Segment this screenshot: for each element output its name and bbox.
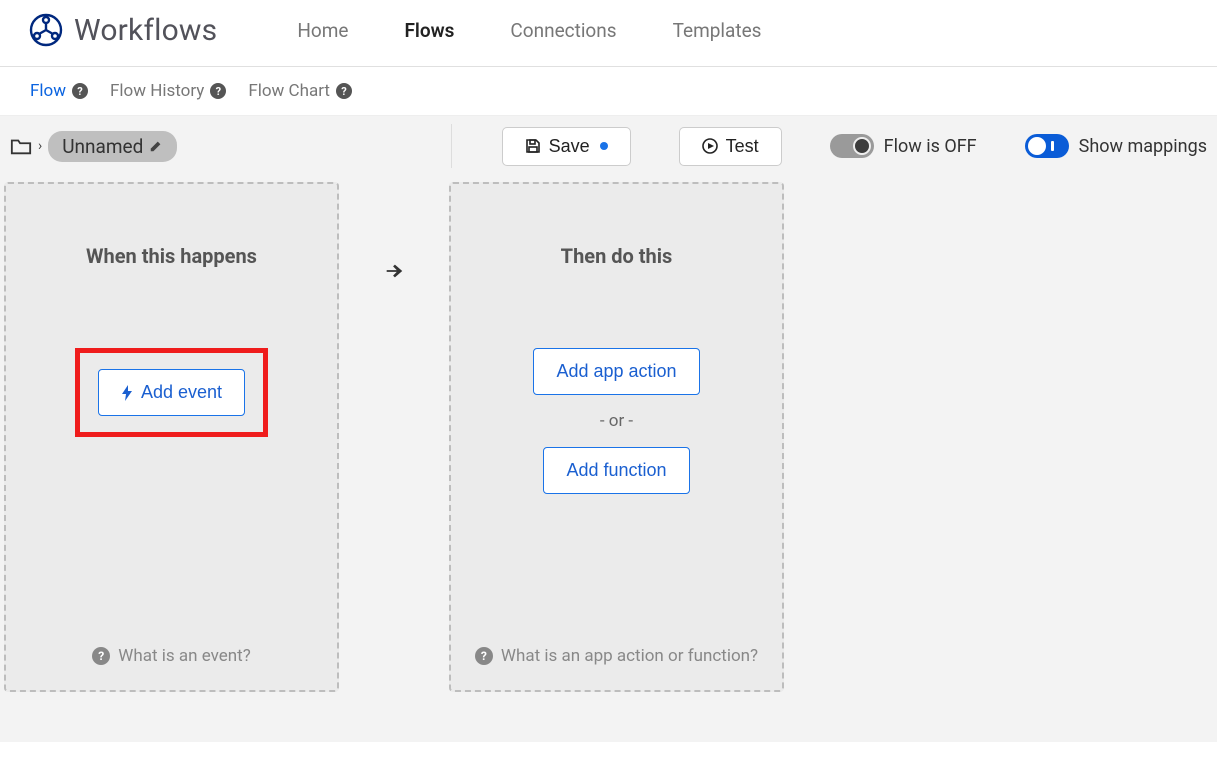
add-function-label: Add function	[566, 460, 666, 481]
nav-items: Home Flows Connections Templates	[297, 19, 761, 42]
add-app-action-button[interactable]: Add app action	[533, 348, 699, 395]
breadcrumb: › Unnamed	[10, 131, 197, 162]
flow-name: Unnamed	[62, 135, 143, 158]
play-icon	[702, 138, 718, 154]
mappings-toggle-label: Show mappings	[1079, 136, 1207, 157]
bolt-icon	[121, 385, 133, 401]
action-help-text: What is an app action or function?	[501, 646, 758, 666]
or-divider: - or -	[600, 411, 633, 431]
toolbar: › Unnamed Save Test	[0, 115, 1217, 182]
subtab-flow[interactable]: Flow ?	[30, 81, 88, 101]
add-function-button[interactable]: Add function	[543, 447, 689, 494]
trigger-help-text: What is an event?	[118, 646, 250, 666]
nav-flows[interactable]: Flows	[404, 19, 454, 42]
help-icon[interactable]: ?	[336, 83, 352, 99]
subtab-history-label: Flow History	[110, 81, 204, 101]
unsaved-indicator-icon	[600, 142, 608, 150]
trigger-help[interactable]: ? What is an event?	[6, 646, 337, 666]
test-button[interactable]: Test	[679, 127, 782, 166]
save-icon	[525, 138, 541, 154]
subtab-history[interactable]: Flow History ?	[110, 81, 226, 101]
subtabs: Flow ? Flow History ? Flow Chart ?	[0, 67, 1217, 115]
help-icon[interactable]: ?	[72, 83, 88, 99]
highlight-annotation: Add event	[75, 348, 268, 437]
chevron-right-icon: ›	[38, 138, 42, 154]
save-label: Save	[549, 136, 590, 157]
nav-connections[interactable]: Connections	[510, 19, 616, 42]
show-mappings-toggle[interactable]	[1025, 134, 1069, 158]
brand: Workflows	[28, 12, 217, 48]
flow-toggle-label: Flow is OFF	[884, 136, 977, 157]
trigger-card: When this happens Add event ? What is an…	[4, 182, 339, 692]
folder-icon[interactable]	[10, 136, 32, 156]
nav-templates[interactable]: Templates	[673, 19, 762, 42]
help-icon[interactable]: ?	[210, 83, 226, 99]
mappings-toggle-group: Show mappings	[1025, 134, 1207, 158]
arrow-right-icon	[383, 260, 405, 282]
brand-title: Workflows	[74, 13, 217, 48]
action-card: Then do this Add app action - or - Add f…	[449, 182, 784, 692]
add-event-button[interactable]: Add event	[98, 369, 245, 416]
trigger-card-title: When this happens	[86, 244, 257, 268]
nav-home[interactable]: Home	[297, 19, 348, 42]
arrow-column	[369, 182, 419, 282]
divider	[451, 124, 452, 168]
toolbar-actions: Save Test Flow is OFF Show mappings	[502, 127, 1207, 166]
add-app-action-label: Add app action	[556, 361, 676, 382]
help-icon: ?	[475, 647, 493, 665]
action-help[interactable]: ? What is an app action or function?	[451, 646, 782, 666]
flow-name-chip[interactable]: Unnamed	[48, 131, 177, 162]
test-label: Test	[726, 136, 759, 157]
help-icon: ?	[92, 647, 110, 665]
flow-toggle-group: Flow is OFF	[830, 134, 977, 158]
edit-icon[interactable]	[149, 139, 163, 153]
workflows-logo-icon	[28, 12, 64, 48]
flow-on-off-toggle[interactable]	[830, 134, 874, 158]
subtab-chart[interactable]: Flow Chart ?	[248, 81, 352, 101]
save-button[interactable]: Save	[502, 127, 631, 166]
subtab-chart-label: Flow Chart	[248, 81, 330, 101]
add-event-label: Add event	[141, 382, 222, 403]
top-nav: Workflows Home Flows Connections Templat…	[0, 0, 1217, 67]
flow-canvas: When this happens Add event ? What is an…	[0, 182, 1217, 742]
action-card-title: Then do this	[561, 244, 673, 268]
subtab-flow-label: Flow	[30, 81, 66, 101]
